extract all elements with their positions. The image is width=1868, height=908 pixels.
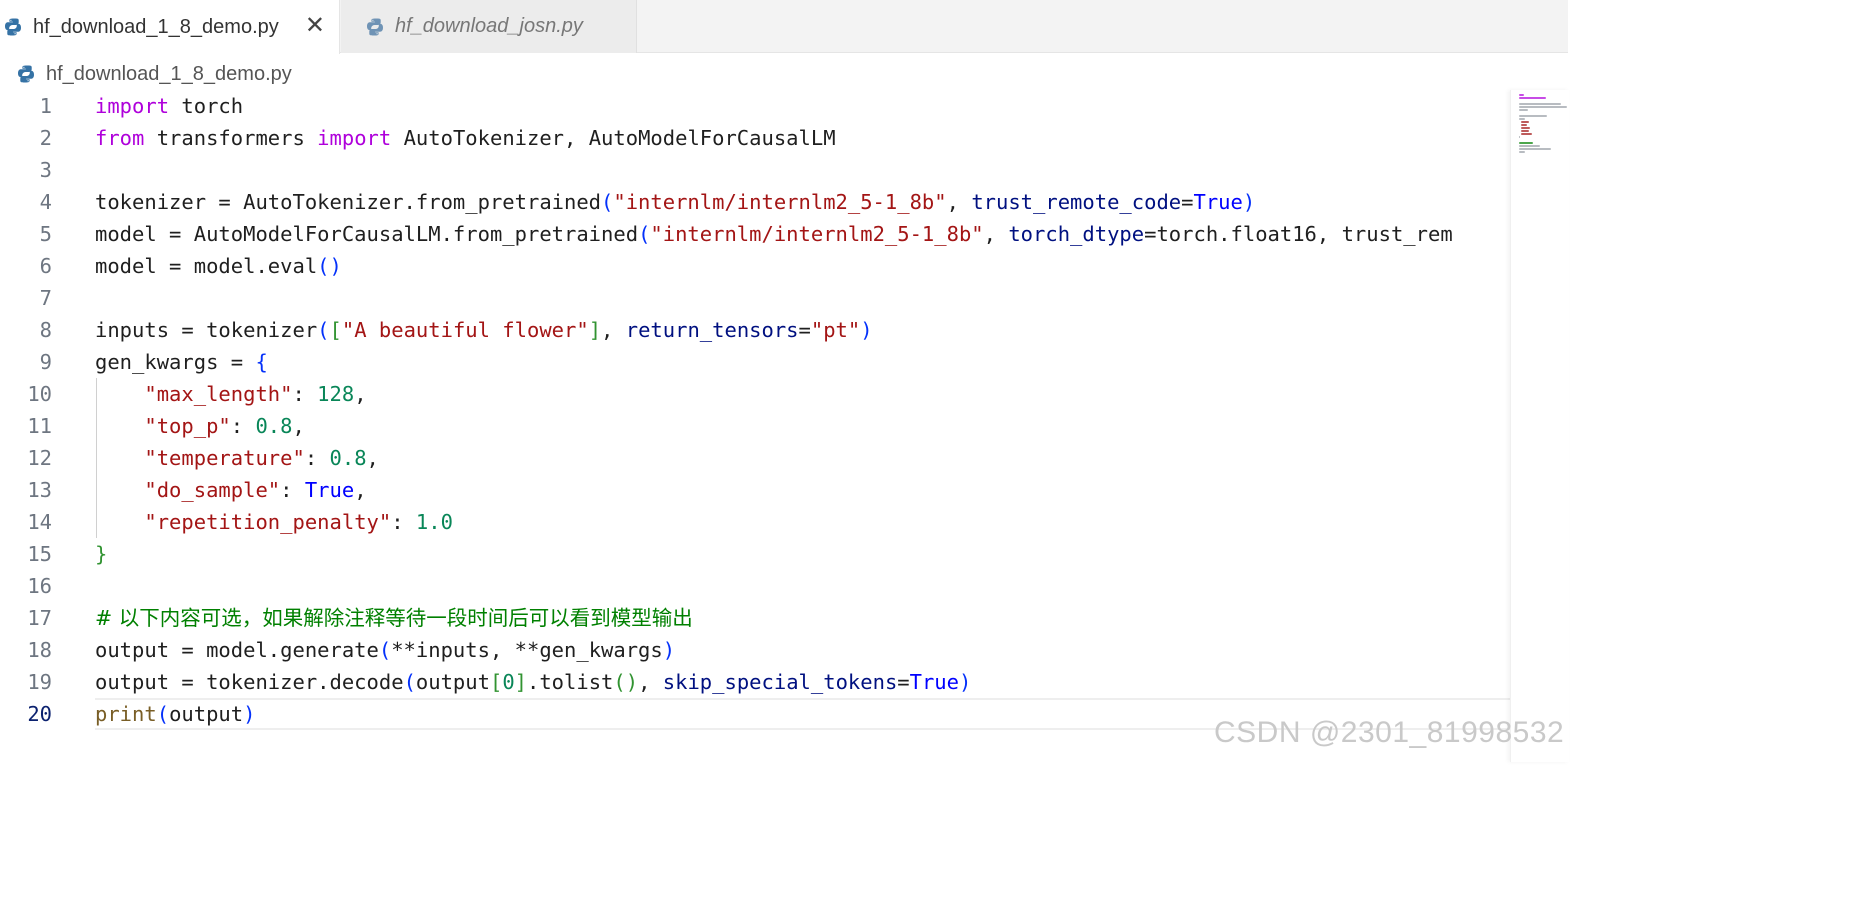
minimap-line [1519, 118, 1526, 120]
code-line[interactable]: 15} [0, 538, 1510, 570]
code-text[interactable]: "do_sample": True, [95, 474, 1510, 506]
code-text[interactable]: gen_kwargs = { [95, 346, 1510, 378]
code-text[interactable]: "repetition_penalty": 1.0 [95, 506, 1510, 538]
code-line[interactable]: 3 [0, 154, 1510, 186]
line-number: 20 [27, 702, 52, 726]
minimap-line [1519, 115, 1548, 117]
code-line[interactable]: 16 [0, 570, 1510, 602]
code-line[interactable]: 6 model = model.eval() [0, 250, 1510, 282]
code-line[interactable]: 9 gen_kwargs = { [0, 346, 1510, 378]
code-line[interactable]: 19 output = tokenizer.decode(output[0].to… [0, 666, 1510, 698]
python-icon [5, 18, 21, 36]
breadcrumb-file: hf_download_1_8_demo.py [46, 62, 292, 85]
minimap-line [1519, 94, 1525, 96]
python-icon [18, 65, 34, 83]
code-text[interactable]: import torch [95, 90, 1510, 122]
code-line[interactable]: 10 "max_length": 128, [0, 378, 1510, 410]
line-number: 17 [27, 606, 52, 630]
code-line[interactable]: 18 output = model.generate(**inputs, **ge… [0, 634, 1510, 666]
line-number: 10 [27, 382, 52, 406]
code-text[interactable]: tokenizer = AutoTokenizer.from_pretraine… [95, 186, 1510, 218]
minimap-line [1521, 130, 1530, 132]
line-number: 6 [39, 254, 52, 278]
minimap-line [1519, 151, 1525, 153]
minimap-line [1521, 127, 1530, 129]
minimap-line [1519, 103, 1562, 105]
minimap-line [1519, 142, 1533, 144]
code-text[interactable]: "temperature": 0.8, [95, 442, 1510, 474]
code-text[interactable]: output = model.generate(**inputs, **gen_… [95, 634, 1510, 666]
code-line[interactable]: 11 "top_p": 0.8, [0, 410, 1510, 442]
tab-hf-download-josn[interactable]: hf_download_josn.py [341, 0, 637, 53]
tab-hf-download-1-8-demo[interactable]: hf_download_1_8_demo.py ✕ [0, 0, 340, 54]
minimap-line [1521, 124, 1527, 126]
code-line[interactable]: 14 "repetition_penalty": 1.0 [0, 506, 1510, 538]
close-icon[interactable]: ✕ [305, 13, 325, 39]
python-icon [367, 18, 383, 35]
line-number: 12 [27, 446, 52, 470]
tab-label: hf_download_josn.py [395, 15, 583, 37]
code-line[interactable]: 2 from transformers import AutoTokenizer,… [0, 122, 1510, 154]
line-number: 7 [39, 286, 52, 310]
code-line[interactable]: 8 inputs = tokenizer(["A beautiful flower… [0, 314, 1510, 346]
line-number: 15 [27, 542, 52, 566]
breadcrumb[interactable]: hf_download_1_8_demo.py [16, 60, 292, 88]
code-line[interactable]: 5 model = AutoModelForCausalLM.from_pretr… [0, 218, 1510, 250]
minimap-line [1519, 145, 1541, 147]
tab-label: hf_download_1_8_demo.py [33, 15, 279, 38]
code-text[interactable]: inputs = tokenizer(["A beautiful flower"… [95, 314, 1510, 346]
line-number: 4 [39, 190, 52, 214]
line-number: 2 [39, 126, 52, 150]
minimap-line [1521, 121, 1530, 123]
line-number: 3 [39, 158, 52, 182]
line-number: 5 [39, 222, 52, 246]
code-text[interactable]: model = model.eval() [95, 250, 1510, 282]
minimap-line [1519, 109, 1528, 111]
watermark: CSDN @2301_81998532 [1214, 716, 1565, 749]
code-text[interactable]: output = tokenizer.decode(output[0].toli… [95, 666, 1510, 698]
code-line[interactable]: 13 "do_sample": True, [0, 474, 1510, 506]
code-line[interactable]: 4 tokenizer = AutoTokenizer.from_pretrain… [0, 186, 1510, 218]
code-text[interactable]: # 以下内容可选，如果解除注释等待一段时间后可以看到模型输出 [95, 602, 1510, 634]
line-number: 9 [39, 350, 52, 374]
code-line[interactable]: 7 [0, 282, 1510, 314]
minimap-line [1519, 148, 1551, 150]
code-line[interactable]: 12 "temperature": 0.8, [0, 442, 1510, 474]
code-text[interactable]: "max_length": 128, [95, 378, 1510, 410]
code-text[interactable]: from transformers import AutoTokenizer, … [95, 122, 1510, 154]
line-number: 16 [27, 574, 52, 598]
code-text[interactable]: "top_p": 0.8, [95, 410, 1510, 442]
code-line[interactable]: 1 import torch [0, 90, 1510, 122]
line-number: 11 [27, 414, 52, 438]
code-text[interactable]: model = AutoModelForCausalLM.from_pretra… [95, 218, 1510, 250]
line-number: 8 [39, 318, 52, 342]
code-line[interactable]: 17 # 以下内容可选，如果解除注释等待一段时间后可以看到模型输出 [0, 602, 1510, 634]
tab-bar: hf_download_1_8_demo.py ✕ hf_download_jo… [0, 0, 1568, 54]
line-number: 18 [27, 638, 52, 662]
code-editor[interactable]: 1 import torch 2 from transformers import A… [0, 90, 1510, 762]
line-number: 1 [39, 94, 52, 118]
minimap-line [1519, 106, 1567, 108]
line-number: 19 [27, 670, 52, 694]
minimap-line [1521, 133, 1533, 135]
minimap-line [1519, 97, 1546, 99]
line-number: 14 [27, 510, 52, 534]
line-number: 13 [27, 478, 52, 502]
minimap[interactable] [1510, 90, 1569, 762]
code-text[interactable]: } [95, 538, 1510, 570]
